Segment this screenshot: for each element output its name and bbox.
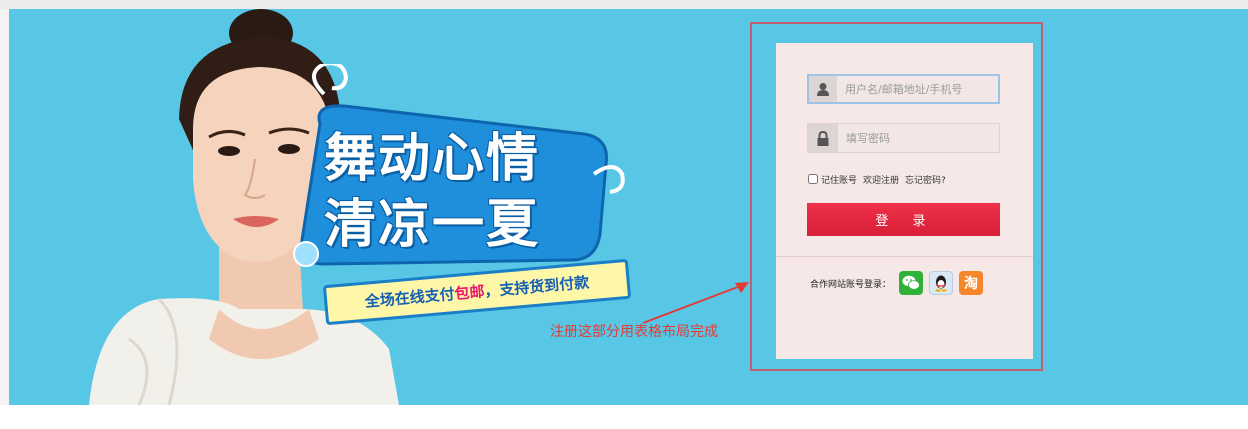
promo-title-line2: 清凉一夏 bbox=[324, 195, 541, 255]
top-bar bbox=[0, 0, 1248, 9]
wechat-icon[interactable] bbox=[899, 271, 924, 295]
promo-title-line1: 舞动心情 bbox=[324, 129, 541, 189]
password-field[interactable] bbox=[807, 123, 1000, 153]
bottom-strip bbox=[0, 405, 1248, 429]
password-input[interactable] bbox=[838, 124, 999, 152]
username-input[interactable] bbox=[837, 76, 998, 102]
login-options: 记住账号 欢迎注册 忘记密码? bbox=[808, 172, 952, 186]
forgot-password-link[interactable]: 忘记密码? bbox=[905, 173, 946, 186]
ribbon-suffix: ，支持货到付款 bbox=[483, 273, 590, 301]
remember-label: 记住账号 bbox=[821, 175, 858, 186]
lock-icon bbox=[808, 124, 838, 152]
user-icon bbox=[809, 76, 837, 102]
divider bbox=[776, 256, 1033, 257]
login-panel: 记住账号 欢迎注册 忘记密码? 登 录 合作网站账号登录： 淘 bbox=[776, 43, 1033, 359]
ribbon-prefix: 全场在线支付 bbox=[364, 284, 456, 311]
login-button[interactable]: 登 录 bbox=[807, 203, 1000, 236]
annotation-arrow-icon bbox=[642, 282, 749, 324]
partner-login: 合作网站账号登录： 淘 bbox=[810, 269, 989, 297]
promo-banner: 舞动心情 清凉一夏 全场在线支付包邮，支持货到付款 注册这部分用表格布局完成 bbox=[9, 9, 1248, 405]
username-field[interactable] bbox=[807, 74, 1000, 104]
taobao-icon[interactable]: 淘 bbox=[959, 271, 984, 295]
register-link[interactable]: 欢迎注册 bbox=[863, 173, 899, 186]
promo-artwork: 舞动心情 清凉一夏 全场在线支付包邮，支持货到付款 bbox=[284, 64, 634, 326]
remember-checkbox[interactable] bbox=[808, 174, 818, 184]
partner-login-label: 合作网站账号登录： bbox=[810, 279, 892, 290]
qq-icon[interactable] bbox=[929, 271, 954, 295]
ribbon-highlight: 包邮 bbox=[453, 282, 486, 303]
